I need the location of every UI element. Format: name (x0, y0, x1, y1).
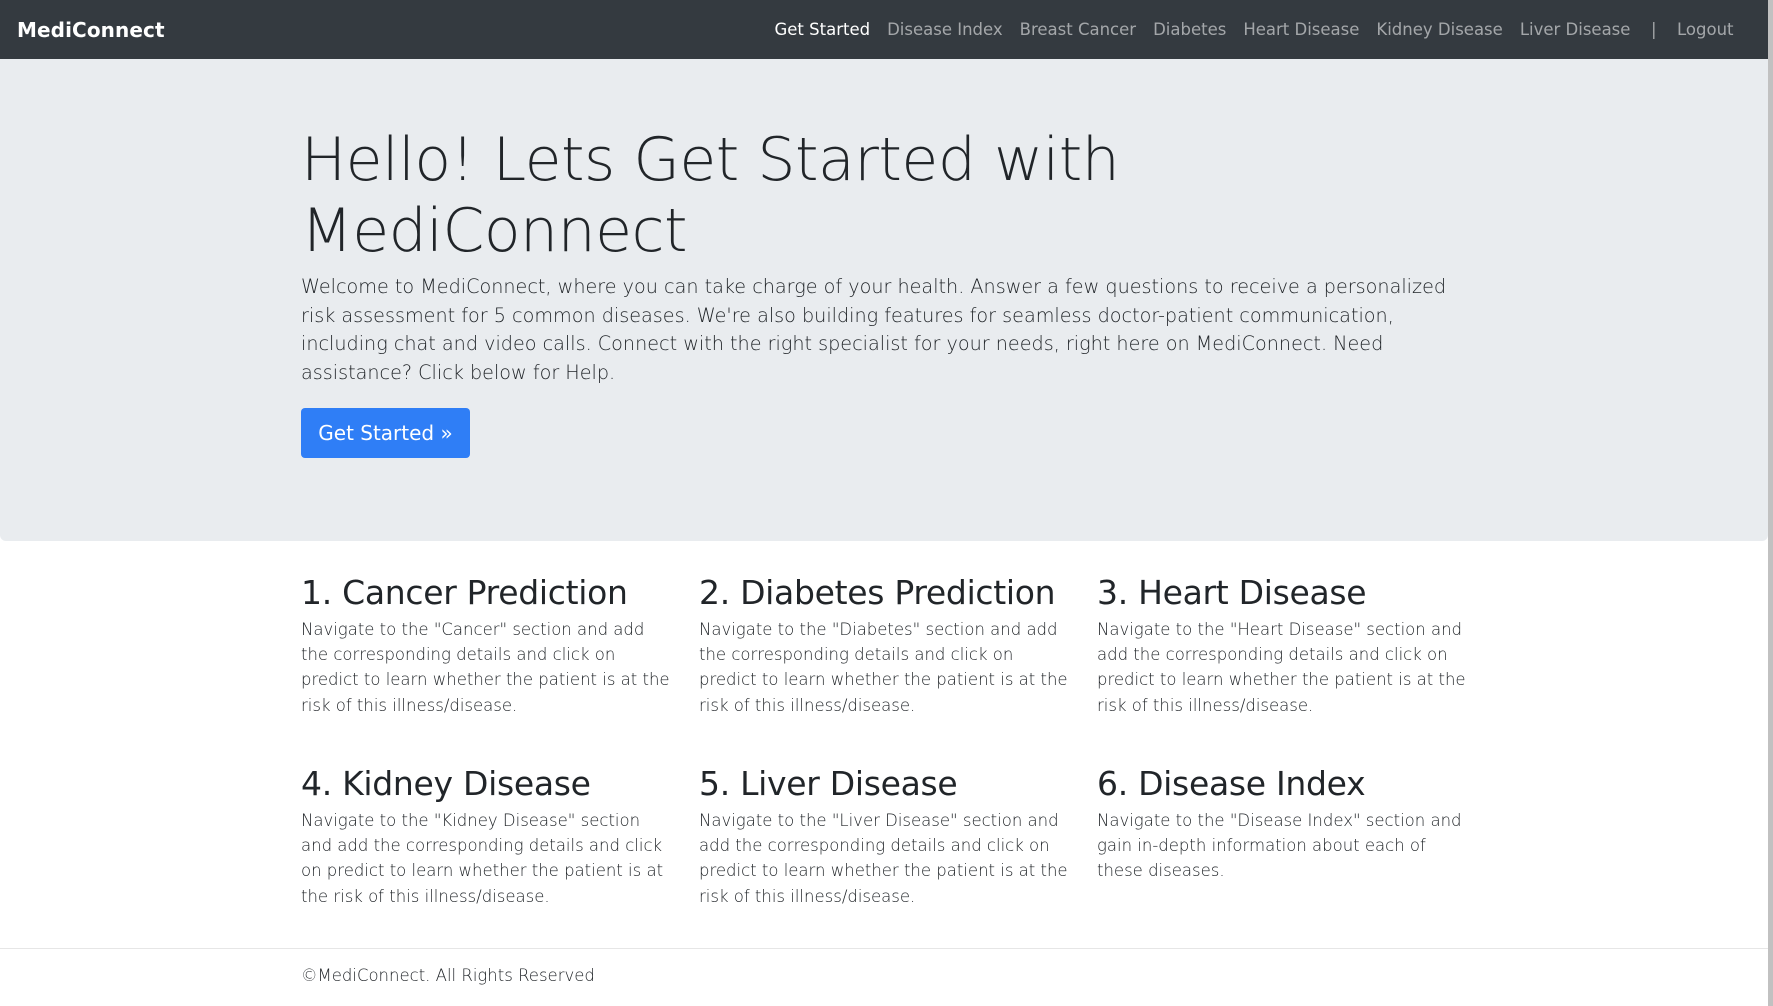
feature-disease-index: 6. Disease Index Navigate to the "Diseas… (1097, 764, 1467, 884)
feature-title: 3. Heart Disease (1097, 573, 1367, 612)
nav-link-liver-disease[interactable]: Liver Disease (1511, 20, 1639, 39)
feature-text: Navigate to the "Diabetes" section and a… (699, 620, 1068, 715)
feature-heart-disease: 3. Heart Disease Navigate to the "Heart … (1097, 573, 1467, 718)
hero-lead-text: Welcome to MediConnect, where you can ta… (301, 275, 1447, 384)
scrollbar-thumb[interactable] (1768, 0, 1773, 1006)
feature-cancer-prediction: 1. Cancer Prediction Navigate to the "Ca… (301, 573, 671, 718)
footer-divider (0, 948, 1768, 949)
page: MediConnect Get Started Disease Index Br… (0, 0, 1773, 1006)
feature-title: 2. Diabetes Prediction (699, 573, 1056, 612)
footer-copyright: ©MediConnect. All Rights Reserved (301, 966, 595, 985)
feature-title: 5. Liver Disease (699, 764, 958, 803)
nav-link-heart-disease[interactable]: Heart Disease (1235, 20, 1368, 39)
feature-text: Navigate to the "Cancer" section and add… (301, 620, 670, 715)
nav-links: Get Started Disease Index Breast Cancer … (766, 20, 1742, 39)
brand-logo-link[interactable]: MediConnect (17, 18, 165, 42)
get-started-button[interactable]: Get Started » (301, 408, 470, 458)
nav-link-disease-index[interactable]: Disease Index (879, 20, 1012, 39)
nav-link-breast-cancer[interactable]: Breast Cancer (1011, 20, 1144, 39)
top-navbar: MediConnect Get Started Disease Index Br… (0, 0, 1768, 59)
feature-diabetes-prediction: 2. Diabetes Prediction Navigate to the "… (699, 573, 1069, 718)
nav-link-kidney-disease[interactable]: Kidney Disease (1368, 20, 1511, 39)
vertical-scrollbar[interactable] (1768, 0, 1773, 1006)
hero-title: Hello! Lets Get Started with MediConnect (301, 125, 1120, 266)
feature-text: Navigate to the "Liver Disease" section … (699, 811, 1068, 906)
feature-text: Navigate to the "Heart Disease" section … (1097, 620, 1466, 715)
feature-liver-disease: 5. Liver Disease Navigate to the "Liver … (699, 764, 1069, 909)
nav-separator: | (1650, 20, 1657, 39)
feature-title: 1. Cancer Prediction (301, 573, 628, 612)
feature-kidney-disease: 4. Kidney Disease Navigate to the "Kidne… (301, 764, 671, 909)
nav-link-get-started[interactable]: Get Started (766, 20, 879, 39)
feature-title: 6. Disease Index (1097, 764, 1366, 803)
feature-text: Navigate to the "Kidney Disease" section… (301, 811, 664, 906)
hero-jumbotron: Hello! Lets Get Started with MediConnect… (0, 59, 1768, 541)
nav-link-diabetes[interactable]: Diabetes (1145, 20, 1235, 39)
feature-text: Navigate to the "Disease Index" section … (1097, 811, 1462, 881)
logout-link[interactable]: Logout (1669, 20, 1743, 39)
feature-title: 4. Kidney Disease (301, 764, 591, 803)
